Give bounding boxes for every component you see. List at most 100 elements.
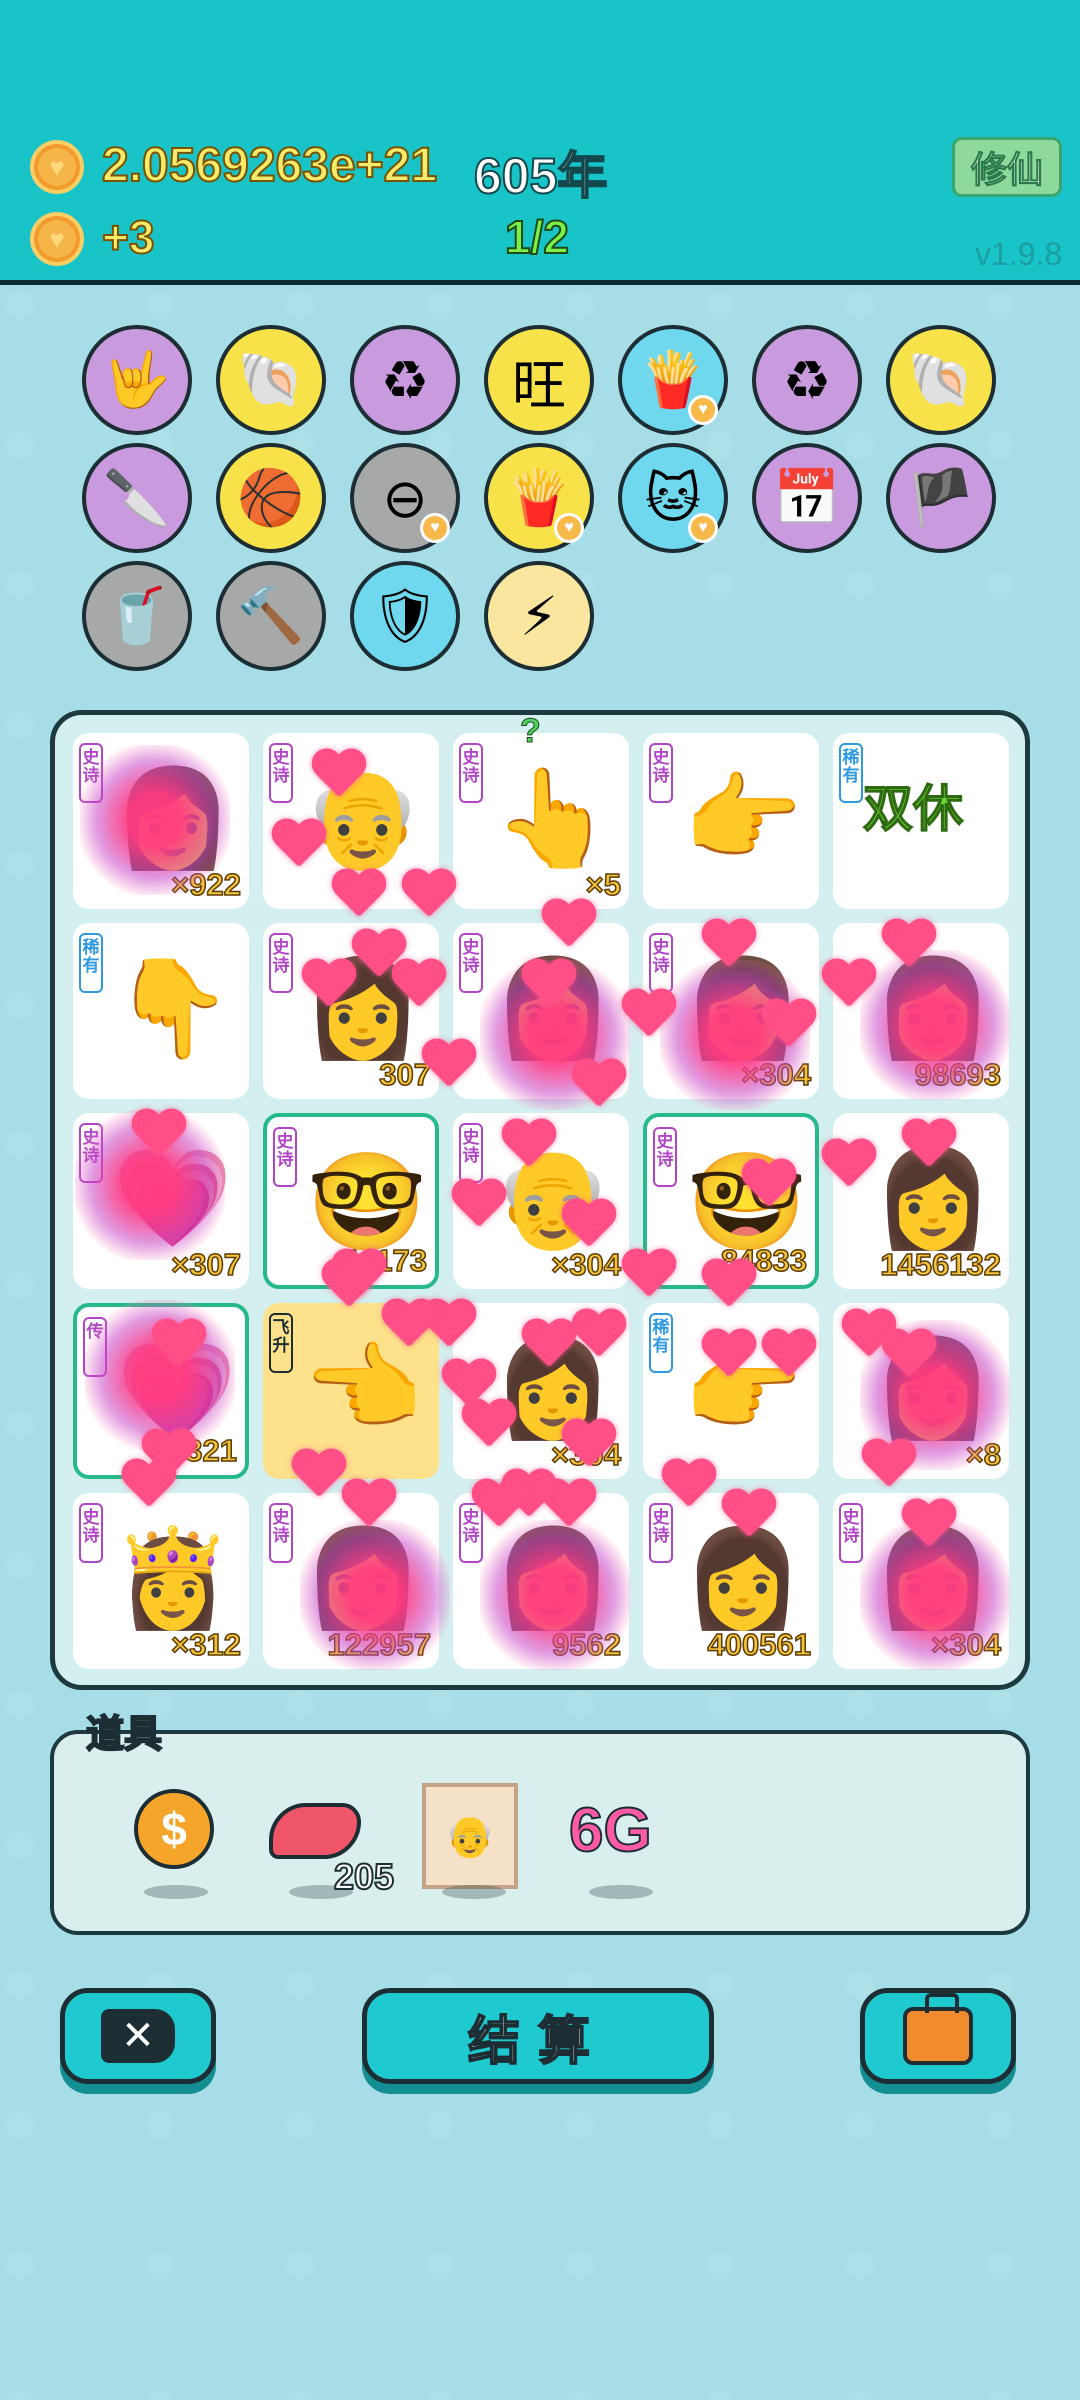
liver-count: 205: [333, 1855, 395, 1898]
basketballs-icon[interactable]: 🏀: [216, 443, 326, 553]
rarity-tag: 史诗: [269, 743, 293, 803]
props-panel: $ 205 👴 6G: [50, 1730, 1030, 1935]
board-cell[interactable]: 👩 史诗 400561: [643, 1493, 819, 1669]
rarity-tag: 飞升: [269, 1313, 293, 1373]
portrait-frame-icon: 👴: [422, 1783, 518, 1889]
board-cell[interactable]: 👴 史诗: [263, 733, 439, 909]
shell-icon-glyph: 🐚: [237, 349, 305, 410]
page-indicator: 1/2: [504, 210, 570, 264]
rock-hand-icon-glyph: 🤟: [103, 349, 171, 410]
prop-shadow: [144, 1885, 208, 1899]
glow-heart-effect: [480, 1520, 630, 1670]
card-count: 1456132: [880, 1246, 1002, 1283]
card-count: ×304: [550, 1246, 621, 1283]
rock-hand-icon[interactable]: 🤟: [82, 325, 192, 435]
shield-wrench-icon[interactable]: 🛡: [350, 561, 460, 671]
board-cell[interactable]: 👉 史诗: [643, 733, 819, 909]
board-cell[interactable]: 双休 稀有: [833, 733, 1009, 909]
card-count: ×304: [550, 1436, 621, 1473]
prop-6g[interactable]: 6G: [568, 1789, 669, 1899]
glow-heart-effect: [860, 1520, 1010, 1670]
character-art-icon: 👈: [303, 1335, 423, 1442]
eye-patch-icon-glyph: 🏴: [907, 467, 975, 528]
glow-heart-effect: [480, 960, 630, 1110]
cleaver-icon-glyph: 🔪: [103, 467, 171, 528]
card-count: ×312: [170, 1626, 241, 1663]
card-count: 84833: [720, 1242, 808, 1279]
calendar-icon[interactable]: 📅: [752, 443, 862, 553]
favorite-badge-icon: ♥: [688, 395, 718, 425]
board-cell[interactable]: 👩 ×304: [453, 1303, 629, 1479]
income-rate: +3: [101, 210, 155, 264]
eye-patch-icon[interactable]: 🏴: [886, 443, 996, 553]
board-cell[interactable]: 👈 飞升: [263, 1303, 439, 1479]
board-cell[interactable]: 🤓 史诗 84833: [643, 1113, 819, 1289]
minus-icon[interactable]: ⊖ ♥: [350, 443, 460, 553]
bag-button[interactable]: [860, 1988, 1016, 2084]
rarity-tag: 史诗: [653, 1127, 677, 1187]
character-art-icon: 👇: [113, 955, 233, 1062]
rarity-tag: 史诗: [649, 1503, 673, 1563]
prop-portrait[interactable]: 👴: [422, 1783, 522, 1899]
recycle-icon-glyph: ♻: [380, 350, 430, 411]
rarity-tag: 史诗: [649, 933, 673, 993]
board-cell[interactable]: 👉 稀有: [643, 1303, 819, 1479]
rarity-tag: 史诗: [459, 1123, 483, 1183]
recycle-icon[interactable]: ♻: [752, 325, 862, 435]
hint-question-mark[interactable]: ?: [520, 712, 542, 751]
glow-heart-effect: [75, 1110, 225, 1260]
settle-button[interactable]: 结算: [362, 1988, 714, 2084]
shell-icon[interactable]: 🐚: [886, 325, 996, 435]
lightning-icon[interactable]: ⚡: [484, 561, 594, 671]
cat-icon[interactable]: 🐱 ♥: [618, 443, 728, 553]
glow-heart-effect: [860, 1320, 1010, 1470]
rarity-tag: 稀有: [839, 743, 863, 803]
card-count: 307: [379, 1056, 432, 1093]
prop-dollar[interactable]: $: [124, 1789, 224, 1899]
rarity-tag: 史诗: [459, 933, 483, 993]
wang-tiles-icon[interactable]: 旺: [484, 325, 594, 435]
character-art-icon: 👉: [683, 1335, 803, 1442]
rarity-tag: 史诗: [273, 1127, 297, 1187]
shell-icon-glyph: 🐚: [907, 349, 975, 410]
hammer-icon[interactable]: 🔨: [216, 561, 326, 671]
lightning-icon-glyph: ⚡: [520, 586, 558, 647]
sixg-label: 6G: [568, 1795, 653, 1866]
glow-heart-effect: [85, 1300, 235, 1450]
board-cell[interactable]: 👆 史诗 ×5: [453, 733, 629, 909]
shell-icon[interactable]: 🐚: [216, 325, 326, 435]
rarity-tag: 稀有: [649, 1313, 673, 1373]
board-cell[interactable]: 👸 史诗 ×312: [73, 1493, 249, 1669]
close-button[interactable]: ✕: [60, 1988, 216, 2084]
board-cell[interactable]: 🤓 史诗 11173: [263, 1113, 439, 1289]
rarity-tag: 史诗: [839, 1503, 863, 1563]
version-label: v1.9.8: [975, 236, 1063, 272]
fries-icon[interactable]: 🍟 ♥: [618, 325, 728, 435]
board-cell[interactable]: 👩 1456132: [833, 1113, 1009, 1289]
rarity-tag: 稀有: [79, 933, 103, 993]
hammer-icon-glyph: 🔨: [237, 585, 305, 646]
rarity-tag: 史诗: [459, 743, 483, 803]
character-art-icon: 👩: [683, 1525, 803, 1632]
favorite-badge-icon: ♥: [420, 513, 450, 543]
item-inventory: 🤟 🐚 ♻ 旺 🍟 ♥ ♻ 🐚 🔪 🏀 ⊖ ♥ 🍟 ♥ 🐱 ♥ 📅 🏴 🥤 🔨 🛡 ⚡: [82, 325, 1012, 680]
fries-icon[interactable]: 🍟 ♥: [484, 443, 594, 553]
tea-cup-icon-glyph: 🥤: [103, 585, 171, 646]
prop-shadow: [589, 1885, 653, 1899]
liver-icon: [269, 1803, 361, 1859]
coin-icon: ♥: [30, 140, 84, 194]
character-art-icon: 👴: [303, 765, 423, 872]
card-title: 双休: [862, 780, 964, 838]
board-cell[interactable]: 👩 史诗 307: [263, 923, 439, 1099]
cultivate-button[interactable]: 修仙: [952, 137, 1062, 197]
shield-wrench-icon-glyph: 🛡: [370, 585, 440, 646]
basketballs-icon-glyph: 🏀: [237, 467, 305, 528]
board-cell[interactable]: 👇 稀有: [73, 923, 249, 1099]
cleaver-icon[interactable]: 🔪: [82, 443, 192, 553]
props-title: 道具: [85, 1713, 163, 1757]
coin-icon: ♥: [30, 212, 84, 266]
tea-cup-icon[interactable]: 🥤: [82, 561, 192, 671]
recycle-icon[interactable]: ♻: [350, 325, 460, 435]
board-cell[interactable]: 👴 史诗 ×304: [453, 1113, 629, 1289]
close-icon: ✕: [101, 2009, 175, 2063]
